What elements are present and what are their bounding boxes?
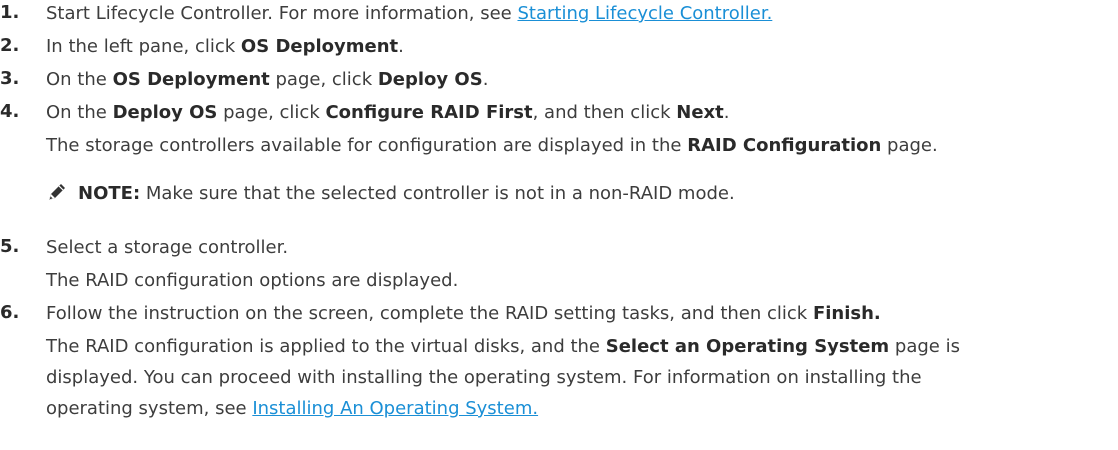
procedure-document: 1. Start Lifecycle Controller. For more …: [0, 0, 1118, 450]
step-text-segment: The storage controllers available for co…: [46, 135, 688, 156]
step-text-segment: On the: [46, 69, 113, 90]
step-text-segment: operating system, see: [46, 398, 253, 419]
step-number: 5.: [0, 236, 20, 257]
ui-term: Finish.: [812, 303, 881, 324]
ui-term: Select an Operating System: [605, 336, 890, 357]
step-number: 3.: [0, 68, 20, 89]
step-text-segment: page, click: [269, 69, 378, 90]
step-text-segment: page.: [881, 135, 938, 156]
ui-term: OS Deployment: [240, 36, 399, 57]
step-number: 1.: [0, 2, 20, 23]
step-text: Follow the instruction on the screen, co…: [46, 302, 881, 326]
step-result-continued: operating system, see Installing An Oper…: [46, 397, 538, 421]
step-number: 2.: [0, 35, 20, 56]
step-text-segment: Start Lifecycle Controller. For more inf…: [46, 3, 518, 24]
starting-lifecycle-controller-link[interactable]: Starting Lifecycle Controller.: [517, 3, 772, 24]
pencil-note-icon: [49, 184, 65, 200]
step-text-segment: page, click: [217, 102, 326, 123]
step-text: Start Lifecycle Controller. For more inf…: [46, 2, 772, 26]
step-text-segment: , and then click: [532, 102, 677, 123]
step-text: On the OS Deployment page, click Deploy …: [46, 68, 488, 92]
step-result: The storage controllers available for co…: [46, 134, 938, 158]
ui-term: Configure RAID First: [325, 102, 533, 123]
ui-term: Deploy OS: [112, 102, 218, 123]
step-number: 6.: [0, 302, 20, 323]
note-text: Make sure that the selected controller i…: [140, 183, 735, 204]
step-text: In the left pane, click OS Deployment.: [46, 35, 404, 59]
step-text: Select a storage controller.: [46, 237, 289, 258]
step-result-continued: displayed. You can proceed with installi…: [46, 367, 922, 388]
step-text-segment: On the: [46, 102, 113, 123]
ui-term: Next: [676, 102, 724, 123]
step-number: 4.: [0, 101, 20, 122]
ui-term: OS Deployment: [112, 69, 270, 90]
note-label: NOTE:: [78, 183, 141, 204]
installing-an-operating-system-link[interactable]: Installing An Operating System.: [252, 398, 538, 419]
step-text-segment: The RAID configuration is applied to the…: [46, 336, 606, 357]
step-result: The RAID configuration options are displ…: [46, 270, 459, 291]
step-text-segment: .: [398, 36, 404, 57]
note-callout: NOTE: Make sure that the selected contro…: [46, 181, 735, 206]
step-text-segment: Follow the instruction on the screen, co…: [46, 303, 813, 324]
step-result: The RAID configuration is applied to the…: [46, 335, 960, 359]
step-text-segment: In the left pane, click: [46, 36, 241, 57]
step-text-segment: .: [723, 102, 730, 123]
step-text: On the Deploy OS page, click Configure R…: [46, 101, 729, 125]
step-text-segment: .: [482, 69, 489, 90]
step-text-segment: page is: [889, 336, 960, 357]
ui-term: RAID Configuration: [687, 135, 882, 156]
ui-term: Deploy OS: [377, 69, 483, 90]
